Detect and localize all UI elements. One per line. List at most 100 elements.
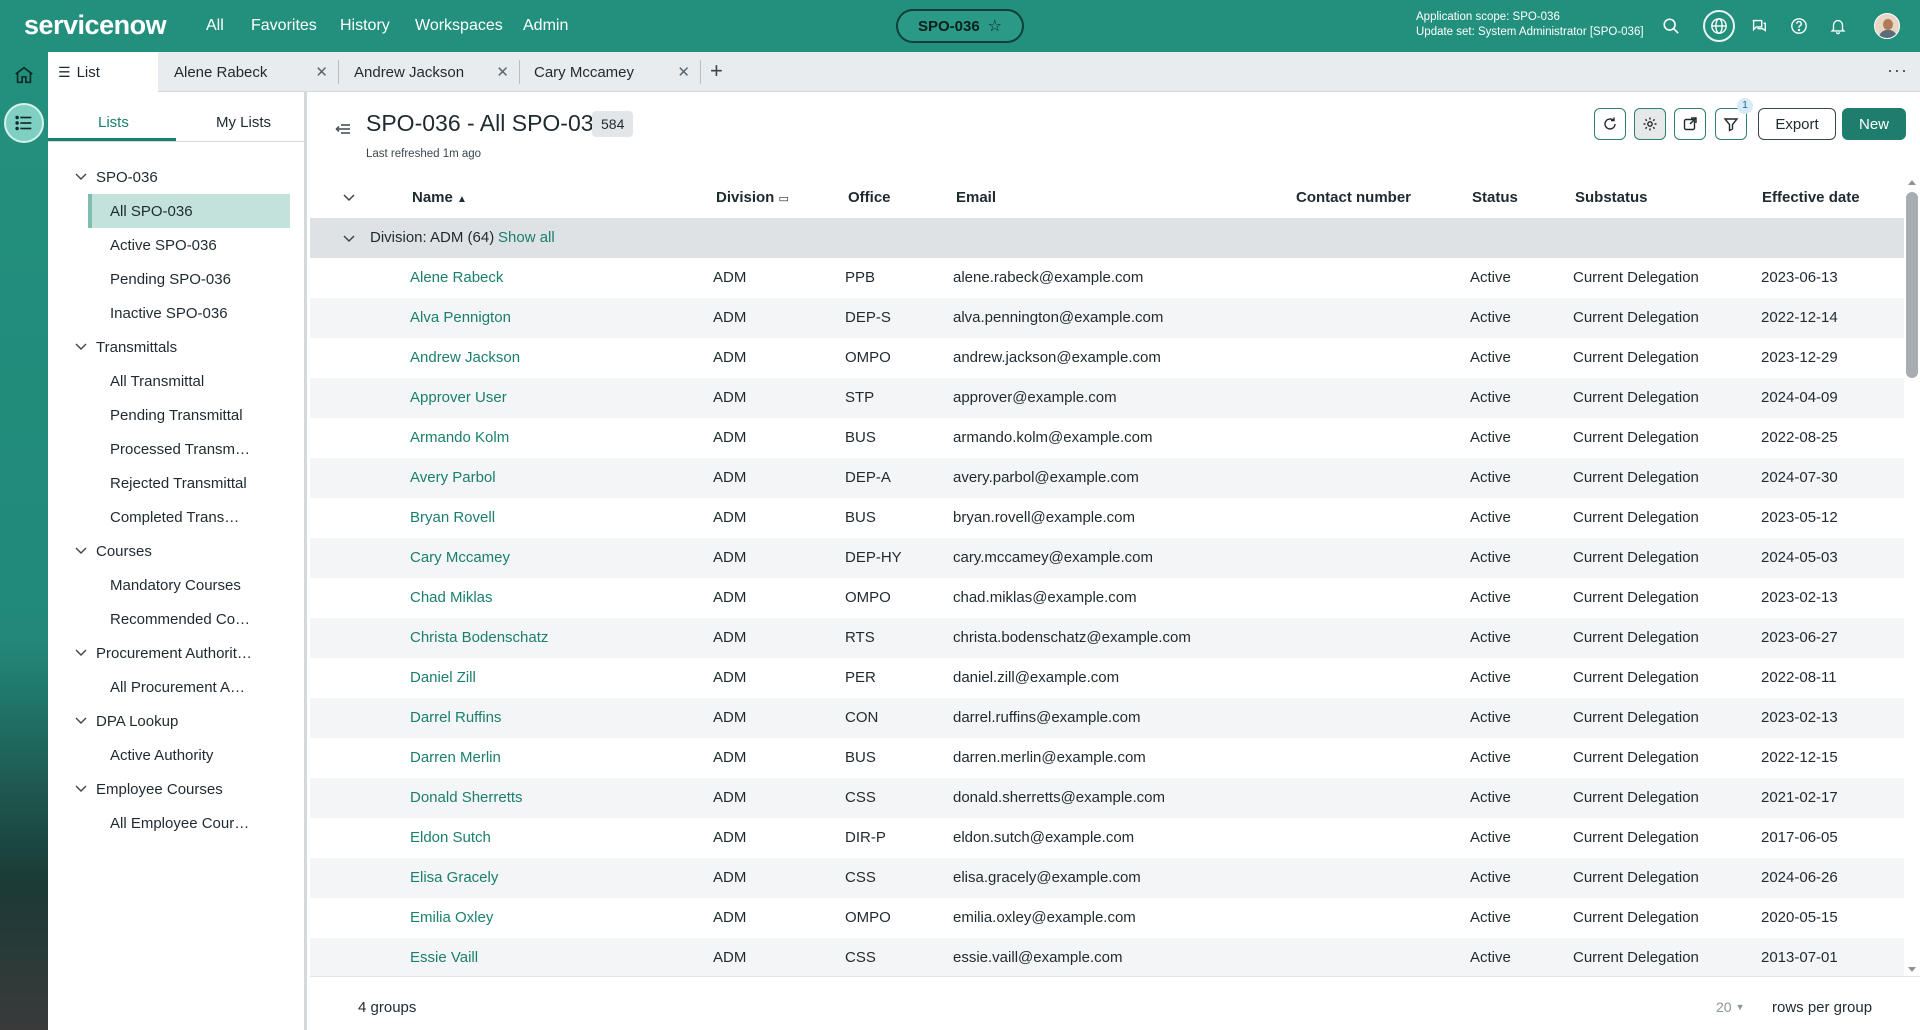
- sidebar-list-item[interactable]: Pending SPO-036: [88, 262, 290, 296]
- name-cell[interactable]: Eldon Sutch: [410, 829, 491, 846]
- name-cell[interactable]: Elisa Gracely: [410, 869, 498, 886]
- nav-admin[interactable]: Admin: [523, 17, 568, 35]
- tree-group[interactable]: Procurement Authorit…: [48, 636, 304, 670]
- column-header-substatus[interactable]: Substatus: [1575, 189, 1648, 206]
- refresh-button[interactable]: [1594, 108, 1626, 140]
- tree-group[interactable]: Employee Courses: [48, 772, 304, 806]
- settings-button[interactable]: [1634, 108, 1666, 140]
- tab-lists[interactable]: Lists: [98, 114, 129, 131]
- chevron-down-icon[interactable]: [74, 645, 88, 659]
- name-cell[interactable]: Approver User: [410, 389, 507, 406]
- table-row[interactable]: Donald Sherretts ADM CSS donald.sherretts@e…: [310, 778, 1904, 818]
- add-tab-icon[interactable]: +: [710, 58, 723, 84]
- scope-pill[interactable]: SPO-036 ☆: [896, 9, 1024, 43]
- collapse-all-chevron-icon[interactable]: [342, 190, 356, 208]
- tree-group[interactable]: Courses: [48, 534, 304, 568]
- table-row[interactable]: Emilia Oxley ADM OMPO emilia.oxley@example.…: [310, 898, 1904, 938]
- name-cell[interactable]: Alene Rabeck: [410, 269, 503, 286]
- table-row[interactable]: Eldon Sutch ADM DIR-P eldon.sutch@example.c…: [310, 818, 1904, 858]
- collapse-sidebar-icon[interactable]: [334, 120, 352, 138]
- table-row[interactable]: Chad Miklas ADM OMPO chad.miklas@example.co…: [310, 578, 1904, 618]
- sidebar-list-item[interactable]: Pending Transmittal: [88, 398, 290, 432]
- globe-icon[interactable]: [1703, 10, 1735, 42]
- new-button[interactable]: New: [1842, 108, 1906, 140]
- star-icon[interactable]: ☆: [988, 16, 1002, 36]
- name-cell[interactable]: Donald Sherretts: [410, 789, 523, 806]
- name-cell[interactable]: Armando Kolm: [410, 429, 509, 446]
- close-icon[interactable]: ✕: [496, 63, 509, 81]
- nav-all[interactable]: All: [206, 17, 224, 35]
- tree-group[interactable]: SPO-036: [48, 160, 304, 194]
- table-row[interactable]: Andrew Jackson ADM OMPO andrew.jackson@exam…: [310, 338, 1904, 378]
- sidebar-list-item[interactable]: Processed Transm…: [88, 432, 290, 466]
- column-header-name[interactable]: Name ▲: [412, 189, 467, 206]
- chevron-down-icon[interactable]: [342, 231, 356, 245]
- name-cell[interactable]: Emilia Oxley: [410, 909, 493, 926]
- sidebar-list-item[interactable]: All SPO-036: [88, 194, 290, 228]
- tab-my-lists[interactable]: My Lists: [216, 114, 271, 131]
- tree-group[interactable]: Transmittals: [48, 330, 304, 364]
- table-row[interactable]: Bryan Rovell ADM BUS bryan.rovell@example.c…: [310, 498, 1904, 538]
- tab-andrew-jackson[interactable]: Andrew Jackson ✕: [339, 52, 519, 92]
- tab-list[interactable]: ☰ List: [48, 52, 158, 92]
- close-icon[interactable]: ✕: [677, 63, 690, 81]
- show-all-link[interactable]: Show all: [498, 229, 555, 246]
- name-cell[interactable]: Avery Parbol: [410, 469, 496, 486]
- name-cell[interactable]: Darrel Ruffins: [410, 709, 501, 726]
- tab-alene-rabeck[interactable]: Alene Rabeck ✕: [158, 52, 338, 92]
- table-row[interactable]: Daniel Zill ADM PER daniel.zill@example.com…: [310, 658, 1904, 698]
- table-row[interactable]: Darren Merlin ADM BUS darren.merlin@example…: [310, 738, 1904, 778]
- app-scope-info[interactable]: Application scope: SPO-036 Update set: S…: [1416, 10, 1644, 40]
- bell-icon[interactable]: [1825, 13, 1851, 39]
- scroll-up-icon[interactable]: [1908, 180, 1916, 185]
- name-cell[interactable]: Chad Miklas: [410, 589, 493, 606]
- sidebar-list-item[interactable]: All Procurement A…: [88, 670, 290, 704]
- help-icon[interactable]: [1786, 13, 1812, 39]
- nav-history[interactable]: History: [340, 17, 390, 35]
- table-row[interactable]: Darrel Ruffins ADM CON darrel.ruffins@examp…: [310, 698, 1904, 738]
- scroll-thumb[interactable]: [1906, 192, 1918, 378]
- table-row[interactable]: Alva Pennigton ADM DEP-S alva.pennington@ex…: [310, 298, 1904, 338]
- home-icon[interactable]: [11, 62, 37, 88]
- export-button[interactable]: Export: [1758, 108, 1836, 140]
- chat-icon[interactable]: [1746, 13, 1772, 39]
- name-cell[interactable]: Andrew Jackson: [410, 349, 520, 366]
- list-icon[interactable]: [4, 103, 44, 143]
- name-cell[interactable]: Essie Vaill: [410, 949, 478, 966]
- column-header-status[interactable]: Status: [1472, 189, 1518, 206]
- sidebar-list-item[interactable]: Inactive SPO-036: [88, 296, 290, 330]
- sidebar-list-item[interactable]: All Transmittal: [88, 364, 290, 398]
- table-row[interactable]: Elisa Gracely ADM CSS elisa.gracely@example…: [310, 858, 1904, 898]
- column-header-division[interactable]: Division ▭: [716, 189, 789, 206]
- name-cell[interactable]: Darren Merlin: [410, 749, 501, 766]
- name-cell[interactable]: Cary Mccamey: [410, 549, 510, 566]
- sidebar-list-item[interactable]: Completed Trans…: [88, 500, 290, 534]
- name-cell[interactable]: Alva Pennigton: [410, 309, 511, 326]
- table-row[interactable]: Approver User ADM STP approver@example.com A…: [310, 378, 1904, 418]
- servicenow-logo[interactable]: servicenow: [24, 10, 167, 41]
- nav-favorites[interactable]: Favorites: [251, 17, 317, 35]
- table-row[interactable]: Essie Vaill ADM CSS essie.vaill@example.com…: [310, 938, 1904, 976]
- sidebar-list-item[interactable]: Active Authority: [88, 738, 290, 772]
- table-row[interactable]: Armando Kolm ADM BUS armando.kolm@example.c…: [310, 418, 1904, 458]
- chevron-down-icon[interactable]: [74, 543, 88, 557]
- sidebar-list-item[interactable]: Recommended Co…: [88, 602, 290, 636]
- table-row[interactable]: Christa Bodenschatz ADM RTS christa.bodensc…: [310, 618, 1904, 658]
- table-row[interactable]: Cary Mccamey ADM DEP-HY cary.mccamey@exampl…: [310, 538, 1904, 578]
- table-row[interactable]: Avery Parbol ADM DEP-A avery.parbol@example…: [310, 458, 1904, 498]
- rows-per-group-select[interactable]: 20 ▼: [1716, 999, 1745, 1015]
- sidebar-list-item[interactable]: Mandatory Courses: [88, 568, 290, 602]
- tab-cary-mccamey[interactable]: Cary Mccamey ✕: [520, 52, 700, 92]
- name-cell[interactable]: Daniel Zill: [410, 669, 476, 686]
- column-header-office[interactable]: Office: [848, 189, 891, 206]
- name-cell[interactable]: Bryan Rovell: [410, 509, 495, 526]
- sidebar-list-item[interactable]: Rejected Transmittal: [88, 466, 290, 500]
- chevron-down-icon[interactable]: [74, 339, 88, 353]
- table-row[interactable]: Alene Rabeck ADM PPB alene.rabeck@example.c…: [310, 258, 1904, 298]
- open-in-new-button[interactable]: [1674, 108, 1706, 140]
- chevron-down-icon[interactable]: [74, 169, 88, 183]
- sidebar-list-item[interactable]: Active SPO-036: [88, 228, 290, 262]
- name-cell[interactable]: Christa Bodenschatz: [410, 629, 548, 646]
- sidebar-list-item[interactable]: All Employee Cour…: [88, 806, 290, 840]
- more-icon[interactable]: ···: [1887, 60, 1908, 81]
